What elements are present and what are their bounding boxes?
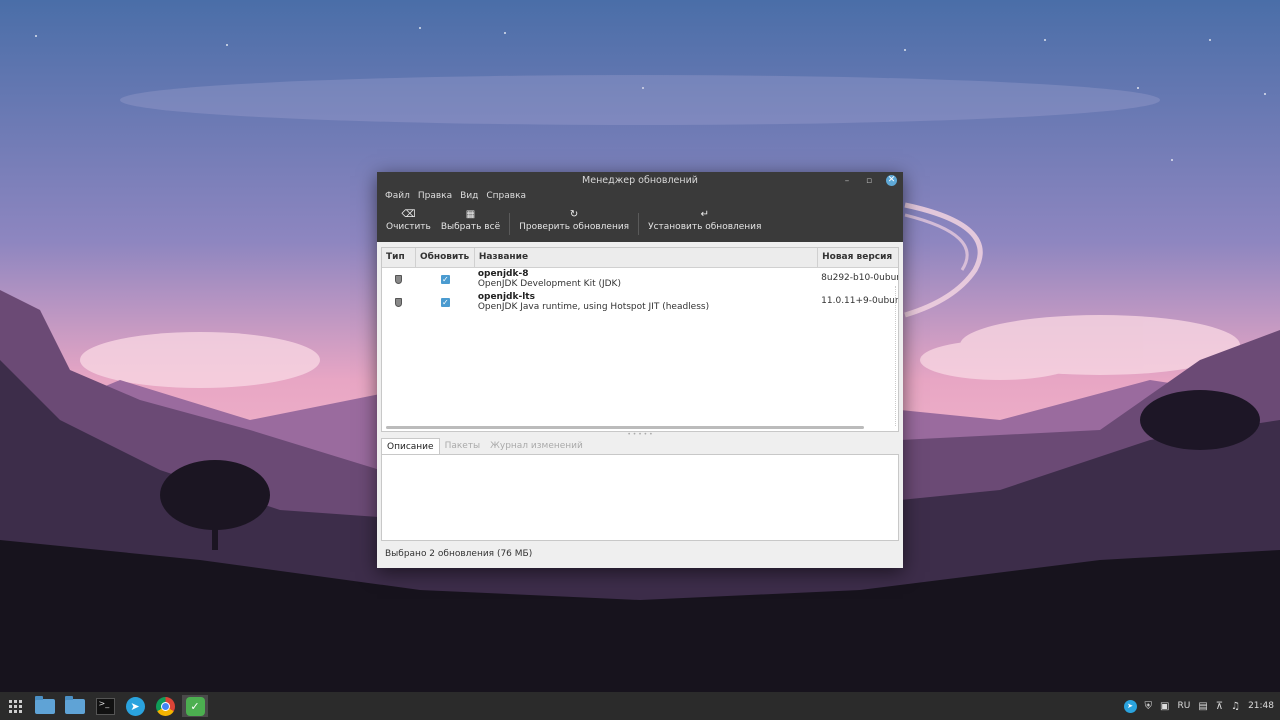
menubar: Файл Правка Вид Справка xyxy=(377,189,903,204)
toolbar-separator xyxy=(638,213,640,235)
folder-icon xyxy=(65,695,85,714)
maximize-button[interactable]: ▫ xyxy=(864,176,874,186)
close-button[interactable]: ✕ xyxy=(886,175,897,186)
updates-list: Тип Обновить Название Новая версия ✓ ope… xyxy=(381,247,899,432)
tab-changelog[interactable]: Журнал изменений xyxy=(485,438,588,454)
clear-button[interactable]: ⌫ Очистить xyxy=(381,208,436,233)
volume-icon[interactable]: ♫ xyxy=(1231,701,1240,712)
telegram-icon: ➤ xyxy=(125,696,145,716)
column-header-new-version[interactable]: Новая версия xyxy=(818,248,898,267)
update-manager-window: Менеджер обновлений – ▫ ✕ Файл Правка Ви… xyxy=(377,172,903,568)
toolbar: ⌫ Очистить ▦ Выбрать всё ↻ Проверить обн… xyxy=(377,204,903,242)
chrome-icon xyxy=(155,696,175,716)
clear-icon: ⌫ xyxy=(401,209,416,220)
new-version-cell: 8u292-b10-0ubuntu xyxy=(821,273,898,283)
toolbar-separator xyxy=(509,213,511,235)
table-row[interactable]: ✓ openjdk-8 OpenJDK Development Kit (JDK… xyxy=(382,268,898,291)
menu-help[interactable]: Справка xyxy=(482,189,530,204)
menu-file[interactable]: Файл xyxy=(381,189,414,204)
update-cell: ✓ xyxy=(416,291,475,314)
details-tabs: Описание Пакеты Журнал изменений xyxy=(381,438,588,454)
minimize-button[interactable]: – xyxy=(842,176,852,186)
menu-edit[interactable]: Правка xyxy=(414,189,456,204)
clipboard-icon[interactable]: ▣ xyxy=(1160,701,1169,712)
shield-icon xyxy=(395,275,403,284)
type-cell xyxy=(382,268,416,291)
install-icon: ↵ xyxy=(700,209,709,220)
select-all-label: Выбрать всё xyxy=(440,222,501,232)
update-manager-icon: ✓ xyxy=(185,696,205,716)
taskbar-telegram[interactable]: ➤ xyxy=(122,695,148,717)
name-cell: openjdk-8 OpenJDK Development Kit (JDK) xyxy=(475,268,818,291)
telegram-tray-icon[interactable]: ➤ xyxy=(1123,699,1137,713)
description-pane xyxy=(381,454,899,541)
taskbar: >_ ➤ ✓ ➤ ⛨ ▣ RU ▤ ⊼ ♫ 21:48 xyxy=(0,692,1280,720)
tab-description[interactable]: Описание xyxy=(381,438,440,454)
list-header: Тип Обновить Название Новая версия xyxy=(382,248,898,268)
apps-grid-icon xyxy=(8,699,22,713)
check-updates-button[interactable]: ↻ Проверить обновления xyxy=(514,208,634,233)
keyboard-layout[interactable]: RU xyxy=(1177,701,1190,711)
refresh-icon: ↻ xyxy=(569,209,579,220)
check-updates-label: Проверить обновления xyxy=(519,222,630,232)
shield-icon xyxy=(395,298,403,307)
install-updates-button[interactable]: ↵ Установить обновления xyxy=(643,208,766,233)
name-cell: openjdk-lts OpenJDK Java runtime, using … xyxy=(475,291,818,314)
apps-menu-button[interactable] xyxy=(2,695,28,717)
taskbar-files-1[interactable] xyxy=(32,695,58,717)
status-text: Выбрано 2 обновления (76 МБ) xyxy=(385,549,533,559)
taskbar-terminal[interactable]: >_ xyxy=(92,695,118,717)
vertical-scrollbar[interactable] xyxy=(895,286,898,426)
package-name: openjdk-8 xyxy=(477,269,529,279)
update-checkbox[interactable]: ✓ xyxy=(440,298,450,307)
menu-view[interactable]: Вид xyxy=(456,189,482,204)
notes-icon[interactable]: ▤ xyxy=(1198,701,1207,712)
clear-label: Очистить xyxy=(386,222,431,232)
select-all-button[interactable]: ▦ Выбрать всё xyxy=(436,208,505,233)
package-name: openjdk-lts xyxy=(477,292,535,302)
select-all-icon: ▦ xyxy=(465,209,476,220)
terminal-icon: >_ xyxy=(95,697,115,715)
table-row[interactable]: ✓ openjdk-lts OpenJDK Java runtime, usin… xyxy=(382,291,898,314)
package-description: OpenJDK Development Kit (JDK) xyxy=(477,279,621,289)
install-updates-label: Установить обновления xyxy=(648,222,762,232)
system-tray: ➤ ⛨ ▣ RU ▤ ⊼ ♫ 21:48 xyxy=(1123,692,1280,720)
column-header-name[interactable]: Название xyxy=(475,248,819,267)
update-cell: ✓ xyxy=(416,268,475,291)
update-checkbox[interactable]: ✓ xyxy=(440,275,450,284)
taskbar-update-manager[interactable]: ✓ xyxy=(182,695,208,717)
taskbar-files-2[interactable] xyxy=(62,695,88,717)
update-tray-icon[interactable]: ⛨ xyxy=(1145,701,1153,712)
network-icon[interactable]: ⊼ xyxy=(1216,701,1223,712)
horizontal-scrollbar[interactable] xyxy=(386,426,864,429)
folder-icon xyxy=(35,695,55,714)
window-titlebar[interactable]: Менеджер обновлений – ▫ ✕ xyxy=(377,172,903,189)
package-description: OpenJDK Java runtime, using Hotspot JIT … xyxy=(477,302,710,312)
window-title: Менеджер обновлений xyxy=(582,175,698,186)
column-header-type[interactable]: Тип xyxy=(382,248,416,267)
taskbar-chrome[interactable] xyxy=(152,695,178,717)
type-cell xyxy=(382,291,416,314)
tab-packages[interactable]: Пакеты xyxy=(440,438,486,454)
new-version-cell: 11.0.11+9-0ubuntu xyxy=(821,296,898,306)
clock[interactable]: 21:48 xyxy=(1248,701,1274,711)
column-header-update[interactable]: Обновить xyxy=(416,248,475,267)
